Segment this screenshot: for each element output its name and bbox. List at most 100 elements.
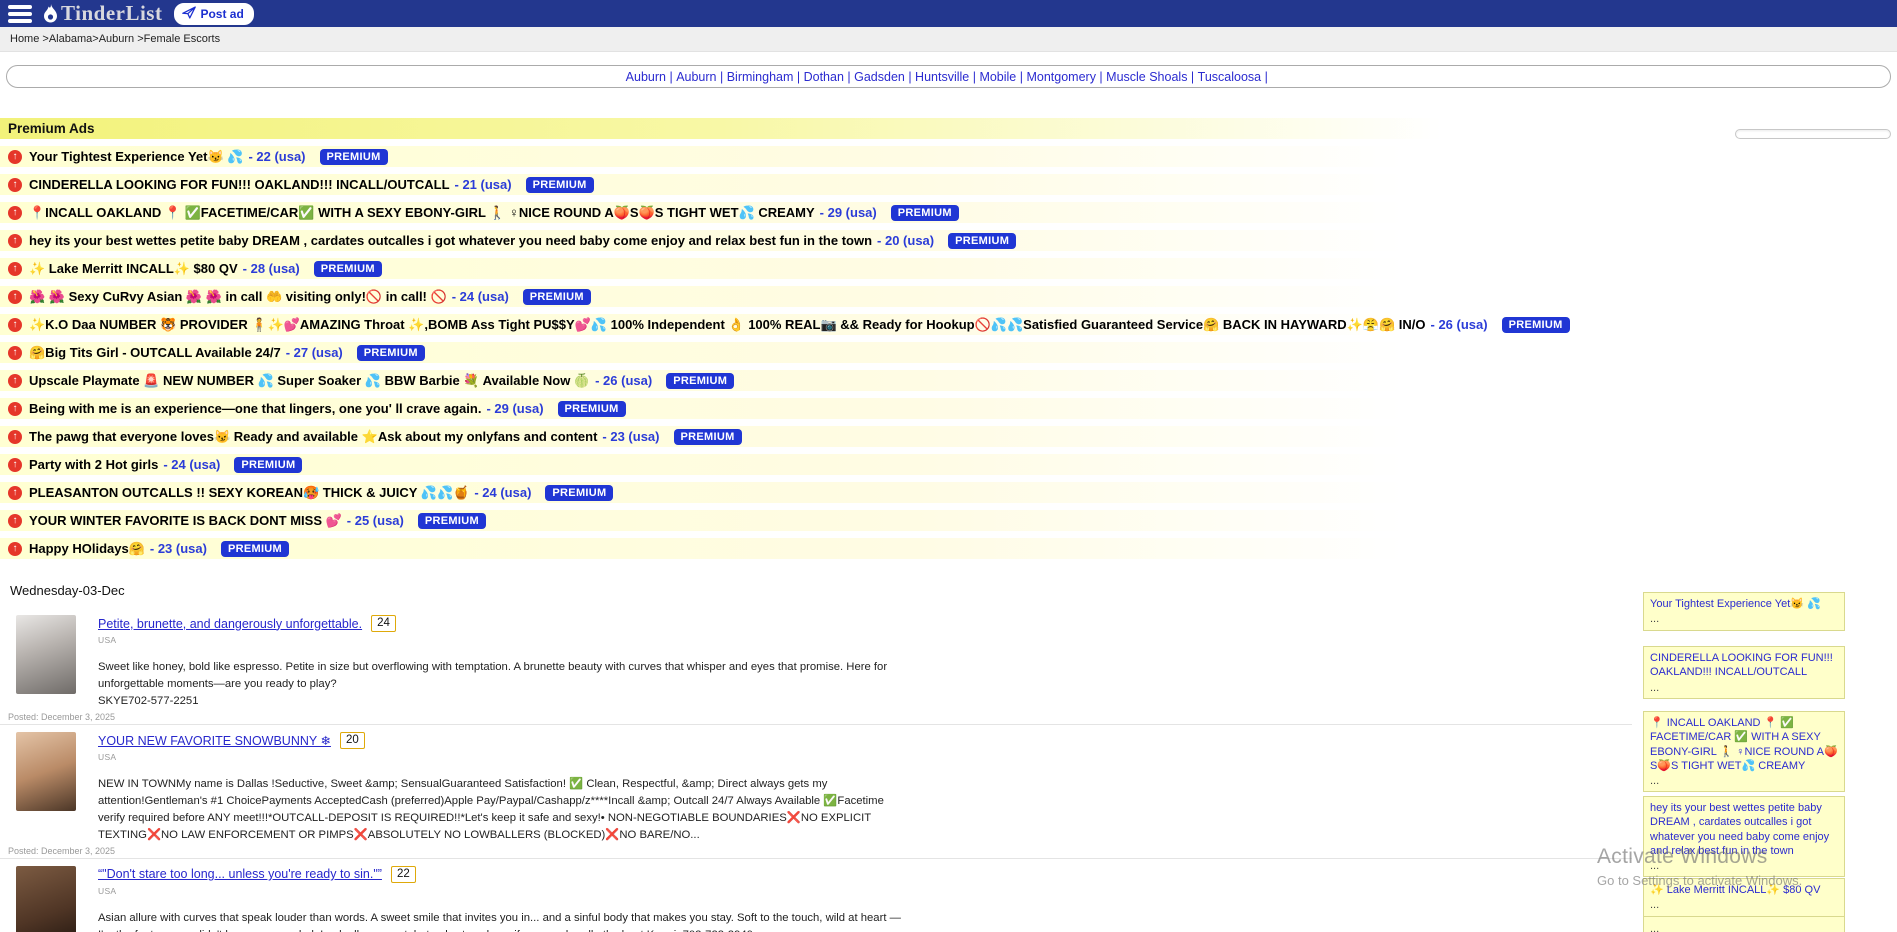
breadcrumb-separator: >	[134, 33, 143, 45]
premium-ad-row[interactable]: ↑ hey its your best wettes petite baby D…	[0, 230, 1897, 251]
city-link[interactable]: Birmingham	[727, 70, 794, 84]
premium-badge: PREMIUM	[221, 541, 289, 557]
premium-badge: PREMIUM	[674, 429, 742, 445]
premium-ad-title[interactable]: ✨K.O Daa NUMBER 🐯 PROVIDER 🧍✨💕AMAZING Th…	[29, 317, 1426, 333]
post-ad-button[interactable]: Post ad	[174, 3, 253, 25]
sidebar-ad-title[interactable]: 📍 INCALL OAKLAND 📍 ✅ FACETIME/CAR ✅ WITH…	[1650, 716, 1838, 773]
floating-scrollbar[interactable]	[1735, 129, 1891, 139]
premium-ad-title[interactable]: Upscale Playmate 🚨 NEW NUMBER 💦 Super So…	[29, 373, 590, 389]
premium-ad-row[interactable]: ↑ ✨K.O Daa NUMBER 🐯 PROVIDER 🧍✨💕AMAZING …	[0, 314, 1897, 335]
up-arrow-icon: ↑	[8, 514, 22, 528]
premium-ad-row[interactable]: ↑ 🤗Big Tits Girl - OUTCALL Available 24/…	[0, 342, 1897, 363]
sidebar-ad-more: ...	[1650, 612, 1838, 626]
premium-ad-row[interactable]: ↑ PLEASANTON OUTCALLS !! SEXY KOREAN🥵 TH…	[0, 482, 1897, 503]
premium-ad-row[interactable]: ↑ CINDERELLA LOOKING FOR FUN!!! OAKLAND!…	[0, 174, 1897, 195]
premium-ad-row[interactable]: ↑ ✨ Lake Merritt INCALL✨ $80 QV - 28 (us…	[0, 258, 1897, 279]
sidebar-ad-box[interactable]: CINDERELLA LOOKING FOR FUN!!! OAKLAND!!!…	[1643, 646, 1845, 699]
city-link[interactable]: Mobile	[979, 70, 1016, 84]
premium-ad-age: - 24 (usa)	[452, 289, 509, 304]
sidebar-ad-more: ...	[1650, 898, 1838, 912]
premium-ad-row[interactable]: ↑ Your Tightest Experience Yet😼 💦 - 22 (…	[0, 146, 1897, 167]
breadcrumb-link[interactable]: Auburn	[99, 33, 134, 45]
city-link[interactable]: Auburn	[626, 70, 666, 84]
sidebar-ad-box[interactable]: hey its your best wettes petite baby DRE…	[1643, 796, 1845, 877]
breadcrumb-link[interactable]: Home	[10, 33, 39, 45]
sidebar-ad-box[interactable]: Your Tightest Experience Yet😼 💦 ...	[1643, 592, 1845, 631]
premium-ad-title[interactable]: ✨ Lake Merritt INCALL✨ $80 QV	[29, 261, 238, 277]
up-arrow-icon: ↑	[8, 430, 22, 444]
premium-ad-age: - 24 (usa)	[474, 485, 531, 500]
premium-ad-row[interactable]: ↑ Being with me is an experience—one tha…	[0, 398, 1897, 419]
premium-ad-row[interactable]: ↑ The pawg that everyone loves😼 Ready an…	[0, 426, 1897, 447]
listing-row: YOUR NEW FAVORITE SNOWBUNNY ❄ 20 USA NEW…	[0, 725, 1632, 859]
premium-ad-title[interactable]: The pawg that everyone loves😼 Ready and …	[29, 429, 597, 445]
up-arrow-icon: ↑	[8, 234, 22, 248]
premium-badge: PREMIUM	[526, 177, 594, 193]
sidebar-ad-box[interactable]: 📍 INCALL OAKLAND 📍 ✅ FACETIME/CAR ✅ WITH…	[1643, 711, 1845, 792]
sidebar-ad-title[interactable]: hey its your best wettes petite baby DRE…	[1650, 801, 1838, 858]
flame-icon	[42, 4, 59, 24]
sidebar-ad-title[interactable]: Your Tightest Experience Yet😼 💦	[1650, 597, 1838, 611]
premium-ad-title[interactable]: Your Tightest Experience Yet😼 💦	[29, 149, 243, 165]
sidebar-ad-box[interactable]: ✨ Lake Merritt INCALL✨ $80 QV ...	[1643, 878, 1845, 917]
premium-ad-row[interactable]: ↑ 📍INCALL OAKLAND 📍 ✅FACETIME/CAR✅ WITH …	[0, 202, 1897, 223]
premium-ad-age: - 25 (usa)	[347, 513, 404, 528]
listing-title-link[interactable]: “"Don't stare too long... unless you're …	[98, 867, 382, 881]
city-separator: |	[1016, 70, 1026, 84]
up-arrow-icon: ↑	[8, 374, 22, 388]
listing-description: NEW IN TOWNMy name is Dallas !Seductive,…	[98, 776, 913, 844]
sidebar-ad-box[interactable]: ...	[1643, 916, 1845, 932]
premium-ad-title[interactable]: hey its your best wettes petite baby DRE…	[29, 233, 872, 248]
premium-ad-title[interactable]: 🤗Big Tits Girl - OUTCALL Available 24/7	[29, 345, 281, 361]
premium-ad-row[interactable]: ↑ Upscale Playmate 🚨 NEW NUMBER 💦 Super …	[0, 370, 1897, 391]
up-arrow-icon: ↑	[8, 402, 22, 416]
city-link[interactable]: Gadsden	[854, 70, 905, 84]
breadcrumb-separator: >	[39, 33, 48, 45]
city-link[interactable]: Huntsville	[915, 70, 969, 84]
listing-title-link[interactable]: YOUR NEW FAVORITE SNOWBUNNY ❄	[98, 733, 331, 748]
premium-ad-row[interactable]: ↑ Party with 2 Hot girls - 24 (usa) PREM…	[0, 454, 1897, 475]
premium-ad-row[interactable]: ↑ Happy HOlidays🤗 - 23 (usa) PREMIUM	[0, 538, 1897, 559]
city-link[interactable]: Tuscaloosa	[1198, 70, 1261, 84]
listing-thumbnail[interactable]	[16, 866, 76, 932]
premium-badge: PREMIUM	[891, 205, 959, 221]
listing-title-link[interactable]: Petite, brunette, and dangerously unforg…	[98, 617, 362, 631]
premium-ad-title[interactable]: Party with 2 Hot girls	[29, 457, 158, 472]
city-separator: |	[905, 70, 915, 84]
city-separator: |	[1261, 70, 1271, 84]
premium-ad-row[interactable]: ↑ 🌺 🌺 Sexy CuRvy Asian 🌺 🌺 in call 🤲 vis…	[0, 286, 1897, 307]
listings-section: Wednesday-03-Dec Petite, brunette, and d…	[0, 583, 1897, 932]
premium-ad-age: - 27 (usa)	[286, 345, 343, 360]
premium-ad-row[interactable]: ↑ YOUR WINTER FAVORITE IS BACK DONT MISS…	[0, 510, 1897, 531]
city-link[interactable]: Montgomery	[1026, 70, 1095, 84]
breadcrumb-link[interactable]: Female Escorts	[144, 33, 220, 45]
premium-badge: PREMIUM	[948, 233, 1016, 249]
listing-thumbnail[interactable]	[16, 615, 76, 694]
city-separator: |	[666, 70, 676, 84]
sidebar-ad-title[interactable]: CINDERELLA LOOKING FOR FUN!!! OAKLAND!!!…	[1650, 651, 1838, 680]
city-link[interactable]: Dothan	[804, 70, 844, 84]
sidebar-ad-more: ...	[1650, 681, 1838, 695]
hamburger-menu-icon[interactable]	[8, 5, 32, 23]
sidebar-ad-title[interactable]: ✨ Lake Merritt INCALL✨ $80 QV	[1650, 883, 1838, 897]
premium-ad-title[interactable]: YOUR WINTER FAVORITE IS BACK DONT MISS 💕	[29, 513, 342, 529]
premium-ad-title[interactable]: 📍INCALL OAKLAND 📍 ✅FACETIME/CAR✅ WITH A …	[29, 205, 815, 221]
city-separator: |	[1096, 70, 1106, 84]
city-link[interactable]: Auburn	[676, 70, 716, 84]
brand-logo[interactable]: TinderList	[42, 1, 162, 26]
premium-ad-title[interactable]: PLEASANTON OUTCALLS !! SEXY KOREAN🥵 THIC…	[29, 485, 469, 501]
premium-ad-age: - 29 (usa)	[486, 401, 543, 416]
listing-thumbnail[interactable]	[16, 732, 76, 811]
premium-ad-title[interactable]: CINDERELLA LOOKING FOR FUN!!! OAKLAND!!!…	[29, 177, 450, 192]
city-link[interactable]: Muscle Shoals	[1106, 70, 1187, 84]
premium-ad-title[interactable]: 🌺 🌺 Sexy CuRvy Asian 🌺 🌺 in call 🤲 visit…	[29, 289, 447, 305]
premium-ad-title[interactable]: Being with me is an experience—one that …	[29, 401, 481, 416]
premium-ad-title[interactable]: Happy HOlidays🤗	[29, 541, 145, 557]
premium-badge: PREMIUM	[234, 457, 302, 473]
premium-badge: PREMIUM	[666, 373, 734, 389]
city-nav: Auburn | Auburn | Birmingham | Dothan | …	[6, 65, 1891, 88]
premium-badge: PREMIUM	[314, 261, 382, 277]
breadcrumb-link[interactable]: Alabama	[49, 33, 92, 45]
up-arrow-icon: ↑	[8, 290, 22, 304]
sidebar-ad-more: ...	[1650, 774, 1838, 788]
